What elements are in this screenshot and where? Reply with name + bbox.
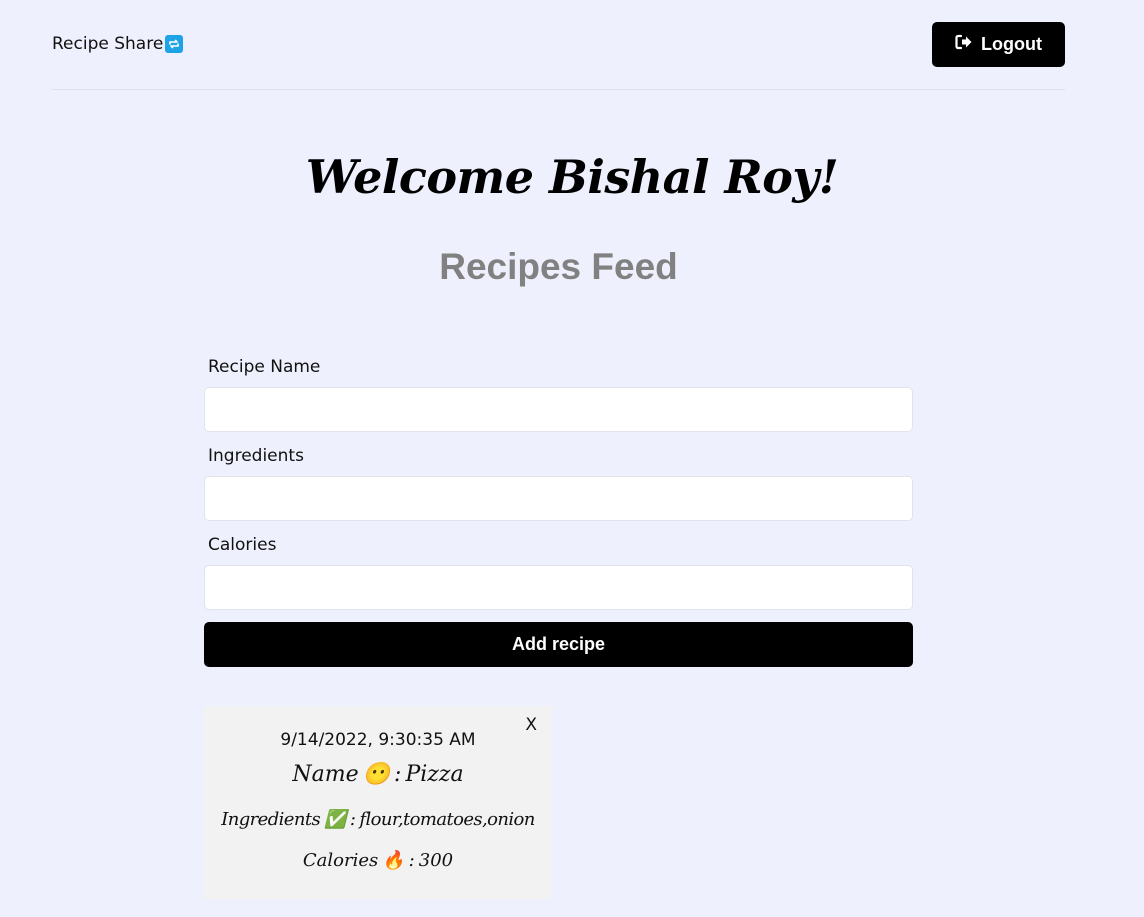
recipe-name-value: Pizza: [405, 762, 464, 787]
repeat-icon: [165, 35, 184, 53]
calories-input[interactable]: [204, 565, 913, 610]
add-recipe-button[interactable]: Add recipe: [204, 622, 913, 667]
header: Recipe Share Logout: [52, 0, 1065, 90]
recipe-timestamp: 9/14/2022, 9:30:35 AM: [280, 730, 476, 750]
calories-separator: :: [408, 850, 415, 871]
ingredients-label: Ingredients: [208, 446, 304, 466]
sign-out-icon: [955, 34, 973, 55]
brand-name: Recipe Share: [52, 34, 164, 54]
ingredients-separator: :: [349, 809, 356, 830]
recipe-calories-value: 300: [418, 850, 454, 871]
welcome-heading: Welcome Bishal Roy!: [305, 150, 839, 204]
check-mark-icon: ✅: [324, 809, 346, 830]
name-label: Name: [292, 762, 359, 787]
add-recipe-form: Recipe Name Ingredients Calories Add rec…: [204, 355, 913, 667]
calories-text-label: Calories: [302, 850, 379, 871]
recipe-name-input[interactable]: [204, 387, 913, 432]
recipe-calories-line: Calories 🔥 : 300: [204, 850, 552, 871]
name-separator: :: [394, 762, 402, 787]
ingredients-text-label: Ingredients: [221, 809, 321, 830]
recipe-name-label: Recipe Name: [208, 357, 321, 377]
recipe-card: X 9/14/2022, 9:30:35 AM Name 😶 : Pizza I…: [204, 706, 552, 899]
recipe-name-line: Name 😶 : Pizza: [204, 762, 552, 787]
logout-label: Logout: [981, 34, 1042, 54]
feed-title: Recipes Feed: [439, 246, 678, 287]
fire-icon: 🔥: [382, 850, 405, 871]
no-mouth-face-icon: 😶: [362, 762, 391, 787]
calories-label: Calories: [208, 535, 277, 555]
logout-button[interactable]: Logout: [932, 22, 1065, 67]
brand-link[interactable]: Recipe Share: [52, 34, 184, 54]
app-root: Recipe Share Logout Welcome Bishal Roy! …: [0, 0, 1144, 917]
recipe-ingredients-value: flour,tomatoes,onion: [359, 809, 535, 830]
ingredients-input[interactable]: [204, 476, 913, 521]
recipe-ingredients-line: Ingredients ✅ : flour,tomatoes,onion: [204, 809, 552, 830]
